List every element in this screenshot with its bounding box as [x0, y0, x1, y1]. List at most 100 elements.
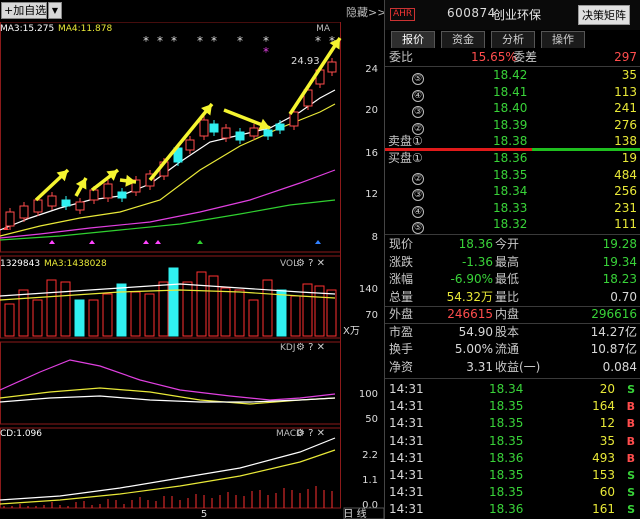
tick-side: B [626, 417, 635, 431]
stat-value: 296616 [591, 307, 637, 321]
vol-axis-label: 70 [365, 310, 378, 321]
stock-code: 600874 [447, 6, 496, 20]
tick-side: S [627, 383, 635, 396]
weidiff-value: 297 [614, 50, 637, 64]
quote-panel: AHR 600874 创业环保 决策矩阵 报价 资金 分析 操作 委比 15.6… [384, 0, 640, 519]
volume-bar [130, 291, 141, 337]
sell-order-row[interactable]: ③ 18.40 241 [385, 100, 640, 118]
order-price: 18.34 [493, 184, 528, 198]
order-volume: 113 [614, 84, 637, 99]
tab-analysis[interactable]: 分析 [491, 31, 535, 48]
volume-bar [74, 299, 85, 337]
volume-bar [208, 275, 219, 337]
ma4-legend: MA4:11.878 [58, 24, 112, 34]
tick-volume: 35 [599, 433, 615, 448]
buy-order-row[interactable]: ⑤ 18.32 111 [385, 216, 640, 234]
stats-row: 涨跌 -1.36 最高 19.34 [385, 254, 640, 271]
stats-row: 市盈 54.90 股本 14.27亿 [385, 324, 640, 341]
star-marker-icon: * [237, 34, 243, 48]
tick-row: 14:31 18.35 164 B [385, 398, 640, 415]
order-price: 18.39 [493, 117, 528, 132]
stat-value: 19.28 [602, 237, 637, 251]
kline-chart[interactable]: 24201612814070X万100502.21.10.0MA3:15.275… [0, 0, 384, 519]
stat-label: 涨跌 [389, 254, 414, 269]
candle-body [47, 195, 57, 207]
tick-time: 14:31 [389, 485, 424, 500]
stat-label: 净资 [389, 359, 414, 374]
tab-operation[interactable]: 操作 [541, 31, 585, 48]
kdj-j-line [0, 359, 336, 401]
stat-label: 今开 [495, 237, 520, 251]
buy-order-row[interactable]: 买盘① 18.36 19 [385, 150, 640, 167]
stat-label: 外盘 [389, 307, 414, 321]
star-marker-icon: * [329, 34, 335, 48]
tick-volume: 12 [599, 416, 615, 431]
divider [385, 234, 640, 235]
hide-panel-button[interactable]: 隐藏>> [346, 4, 386, 20]
candle-body [249, 127, 259, 137]
order-volume: 111 [614, 217, 637, 231]
tick-row: 14:31 18.35 153 S [385, 467, 640, 484]
signal-marker-icon [155, 240, 161, 244]
sell-order-row[interactable]: ② 18.39 276 [385, 117, 640, 135]
vol-ma-legend: 1329843 [0, 259, 40, 269]
candle-body [5, 211, 15, 227]
tick-price: 18.35 [489, 433, 524, 448]
stat-label: 最高 [495, 254, 520, 269]
panel-controls-icon: ⚙ ? ✕ [296, 342, 325, 353]
tick-row: 14:31 18.35 12 B [385, 415, 640, 432]
tick-side: S [627, 503, 635, 517]
stat-value: 3.31 [466, 359, 493, 374]
ma3-legend: MA3:15.275 [0, 24, 54, 34]
order-price: 18.41 [493, 84, 528, 99]
buy-order-row[interactable]: ③ 18.34 256 [385, 183, 640, 201]
stat-value: 18.23 [602, 272, 637, 286]
stat-label: 最低 [495, 272, 520, 286]
price-axis-label: 12 [365, 189, 378, 200]
tick-price: 18.36 [489, 502, 524, 517]
ahr-badge[interactable]: AHR [390, 8, 416, 21]
kline-chart-panel[interactable]: 24 20 16 12 8 140 70 X万 100 50 2.2 1.1 0.0 MA3:15.275… [0, 0, 386, 519]
order-volume: 19 [621, 151, 637, 165]
buy-order-row[interactable]: ④ 18.33 231 [385, 200, 640, 218]
sell-order-row[interactable]: ④ 18.41 113 [385, 84, 640, 102]
panel-controls-icon: ⚙ ? ✕ [296, 258, 325, 269]
tab-quote[interactable]: 报价 [391, 31, 435, 48]
star-marker-icon: * [143, 34, 149, 48]
tick-time: 14:31 [389, 416, 424, 431]
add-watchlist-button[interactable]: +加自选 [1, 2, 47, 19]
stat-value: 246615 [447, 307, 493, 321]
stat-label: 市盈 [389, 324, 414, 339]
stat-value: 18.36 [458, 237, 493, 251]
candle-body [61, 199, 71, 207]
order-price: 18.42 [493, 68, 528, 82]
volume-bar [234, 289, 245, 337]
triangle-down-icon[interactable]: ▼ [48, 2, 62, 19]
signal-marker-icon [89, 240, 95, 244]
candle-body [221, 127, 231, 139]
stats-row: 总量 54.32万 量比 0.70 [385, 289, 640, 306]
order-price: 18.40 [493, 101, 528, 115]
candle-body [275, 123, 285, 131]
period-label: 日 线 [343, 507, 366, 519]
volume-bar [102, 293, 113, 337]
macd-axis-label: 1.1 [362, 475, 378, 486]
weibi-label: 委比 [389, 50, 414, 64]
buy-order-row[interactable]: ② 18.35 484 [385, 167, 640, 185]
decision-matrix-button[interactable]: 决策矩阵 [578, 5, 630, 25]
star-marker-icon: * [263, 45, 269, 59]
level-circle: ⑤ [412, 222, 424, 234]
tick-row: 14:31 18.34 20 S [385, 381, 640, 398]
sell-order-row[interactable]: ⑤ 18.42 35 [385, 67, 640, 85]
order-price: 18.32 [493, 217, 528, 231]
bid-ask-divider [385, 148, 640, 151]
tick-volume: 161 [592, 502, 615, 517]
volume-bar [290, 295, 301, 337]
tick-side: B [626, 400, 635, 414]
stat-value: 14.27亿 [590, 324, 637, 339]
tick-volume: 493 [592, 450, 615, 465]
stats-row: 换手 5.00% 流通 10.87亿 [385, 341, 640, 358]
tab-funds[interactable]: 资金 [441, 31, 485, 48]
volume-bar [144, 293, 155, 337]
tick-time: 14:31 [389, 468, 424, 482]
